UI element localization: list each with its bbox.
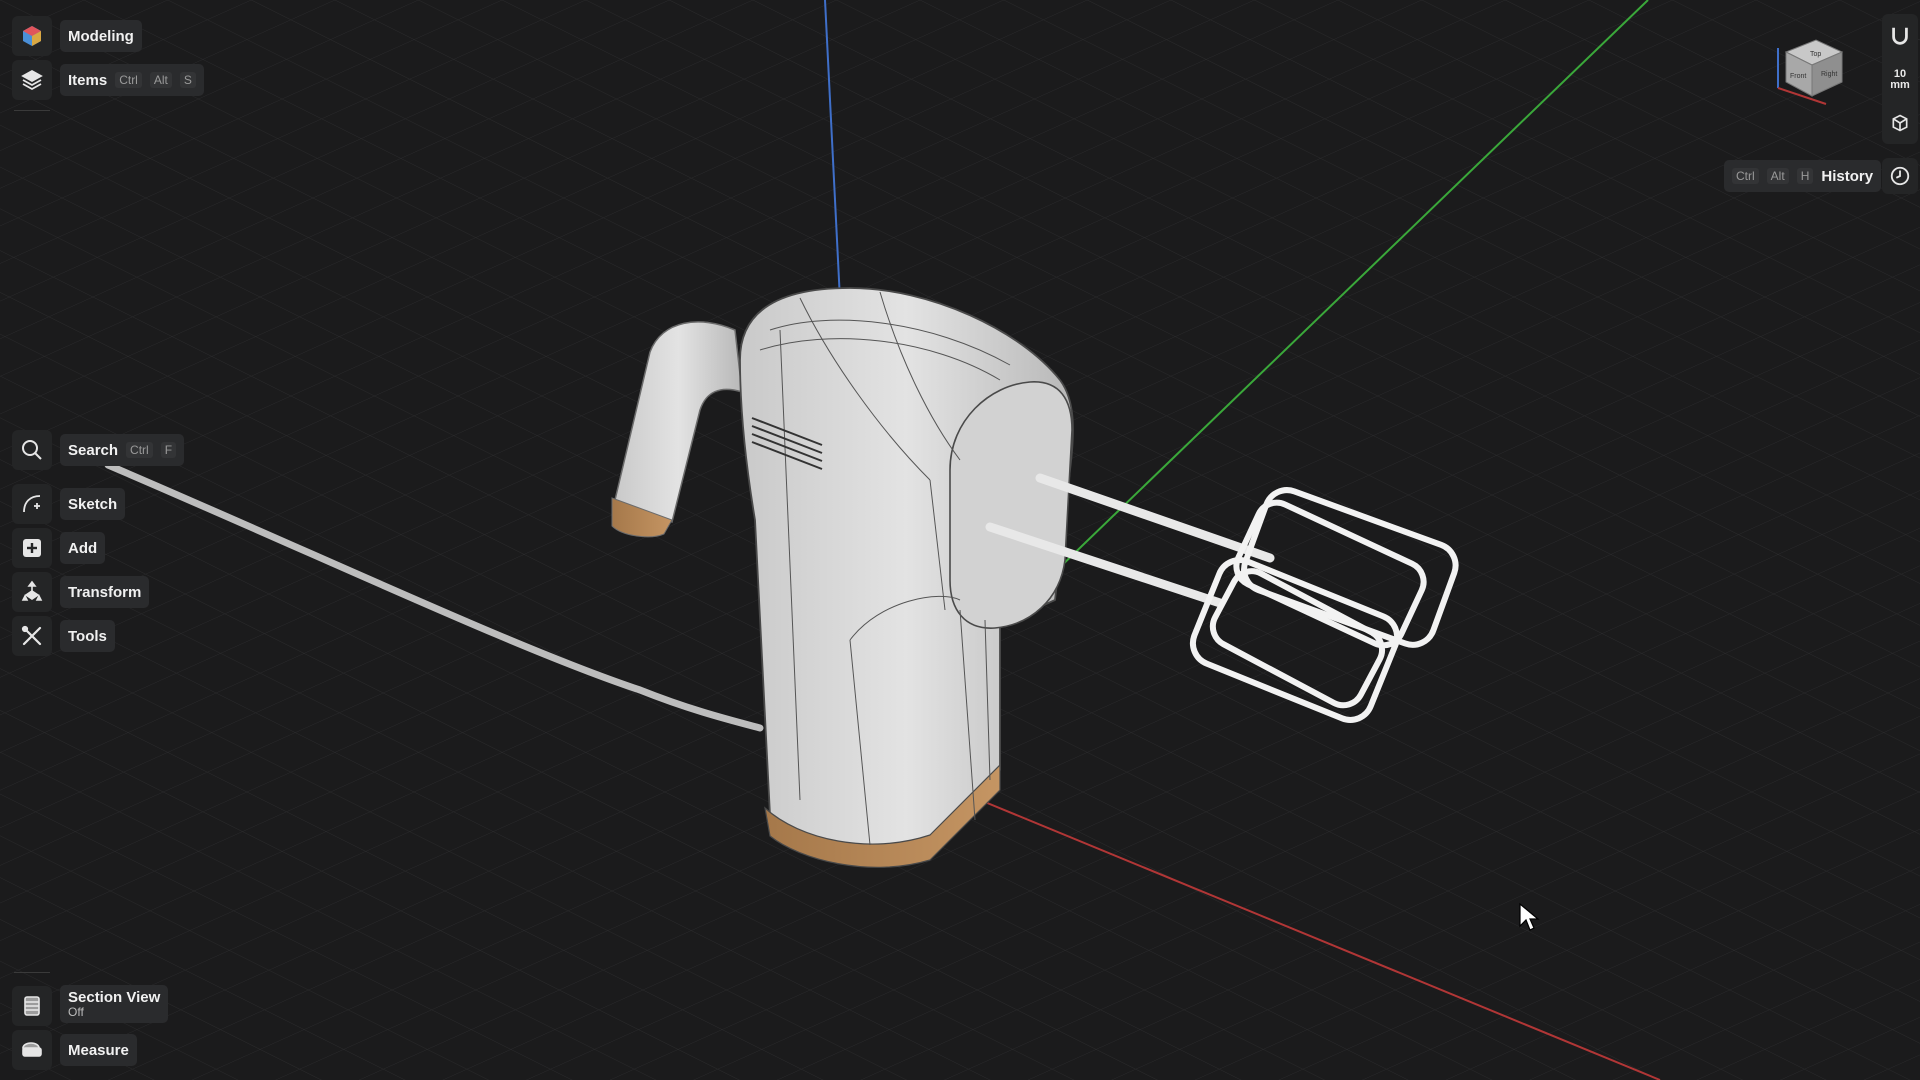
clock-icon bbox=[1890, 166, 1910, 186]
shortcut-key: Alt bbox=[1766, 168, 1789, 184]
layers-icon bbox=[21, 69, 43, 91]
history-button[interactable] bbox=[1882, 158, 1918, 194]
display-mode-icon[interactable] bbox=[1890, 113, 1910, 133]
toolbar-divider bbox=[14, 110, 50, 111]
tools-button[interactable] bbox=[12, 616, 52, 656]
mode-label[interactable]: Modeling bbox=[60, 20, 142, 52]
toolbar-divider bbox=[14, 972, 50, 973]
shortcut-key: H bbox=[1796, 168, 1814, 184]
measure-button[interactable] bbox=[12, 1030, 52, 1070]
tools-label-text: Tools bbox=[68, 627, 107, 645]
search-button[interactable] bbox=[12, 430, 52, 470]
shortcut-key: Ctrl bbox=[1732, 168, 1759, 184]
section-view-icon bbox=[24, 996, 40, 1016]
modeling-app-icon bbox=[23, 26, 41, 46]
transform-icon bbox=[21, 580, 43, 601]
sketch-icon bbox=[23, 495, 41, 513]
shortcut-key: Ctrl bbox=[126, 442, 153, 458]
3d-viewport[interactable] bbox=[0, 0, 1920, 1080]
viewcube-right-face[interactable]: Right bbox=[1821, 71, 1837, 78]
transform-label-text: Transform bbox=[68, 583, 142, 601]
section-view-button[interactable] bbox=[12, 986, 52, 1026]
section-view-label-text: Section View bbox=[68, 989, 161, 1006]
transform-label[interactable]: Transform bbox=[60, 576, 150, 608]
add-icon bbox=[23, 539, 41, 557]
sketch-label-text: Sketch bbox=[68, 495, 118, 513]
search-label[interactable]: Search Ctrl F bbox=[60, 434, 185, 466]
viewcube-top-face[interactable]: Top bbox=[1810, 51, 1821, 58]
sketch-label[interactable]: Sketch bbox=[60, 488, 126, 520]
add-button[interactable] bbox=[12, 528, 52, 568]
shortcut-key: S bbox=[179, 72, 196, 88]
search-icon bbox=[22, 440, 42, 460]
view-cube[interactable]: Top Front Right bbox=[1766, 30, 1856, 110]
add-label-text: Add bbox=[68, 539, 98, 557]
units-unit: mm bbox=[1890, 79, 1910, 91]
items-button[interactable] bbox=[12, 60, 52, 100]
mouse-cursor bbox=[1519, 902, 1540, 931]
tools-icon bbox=[21, 625, 42, 646]
shortcut-key: Alt bbox=[149, 72, 172, 88]
tools-label[interactable]: Tools bbox=[60, 620, 115, 652]
viewcube-front-face[interactable]: Front bbox=[1790, 73, 1806, 80]
mode-label-text: Modeling bbox=[68, 27, 134, 45]
measure-label[interactable]: Measure bbox=[60, 1034, 137, 1066]
shortcut-key: F bbox=[160, 442, 177, 458]
section-view-state: Off bbox=[68, 1005, 84, 1019]
measure-label-text: Measure bbox=[68, 1041, 129, 1059]
right-toolbar: 10 mm bbox=[1882, 14, 1918, 144]
transform-button[interactable] bbox=[12, 572, 52, 612]
shortcut-key: Ctrl bbox=[115, 72, 142, 88]
snap-magnet-icon[interactable] bbox=[1889, 25, 1911, 47]
items-label-text: Items bbox=[68, 71, 108, 89]
history-label[interactable]: Ctrl Alt H History bbox=[1724, 160, 1882, 192]
mode-switcher-button[interactable] bbox=[12, 16, 52, 56]
items-label[interactable]: Items Ctrl Alt S bbox=[60, 64, 204, 96]
history-label-text: History bbox=[1821, 167, 1874, 185]
section-view-label[interactable]: Section View Off bbox=[60, 985, 169, 1023]
search-label-text: Search bbox=[68, 441, 119, 459]
sketch-button[interactable] bbox=[12, 484, 52, 524]
measure-icon bbox=[22, 1042, 42, 1057]
units-toggle[interactable]: 10 mm bbox=[1890, 69, 1910, 91]
add-label[interactable]: Add bbox=[60, 532, 106, 564]
